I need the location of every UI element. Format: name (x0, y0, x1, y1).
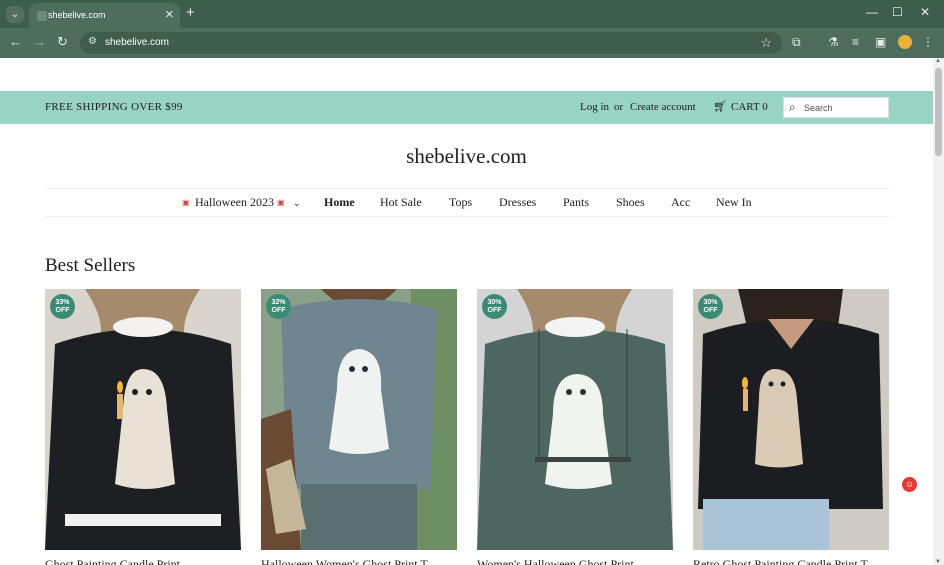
discount-off: OFF (487, 307, 502, 314)
nav-item-tops[interactable]: Tops (449, 195, 472, 210)
product-card[interactable]: 30% OFF Retro Ghost Painting Candle Prin… (693, 289, 889, 565)
labs-flask-icon[interactable]: ⚗ (828, 35, 839, 49)
tab-search-button[interactable]: ⌄ (6, 6, 24, 23)
nav-item-label: Halloween 2023 (195, 195, 274, 209)
discount-percent: 32% (271, 299, 286, 306)
search-icon[interactable]: ⌕ (789, 100, 796, 115)
announcement-bar: FREE SHIPPING OVER $99 Log in or Create … (0, 91, 933, 124)
profile-avatar[interactable] (898, 35, 912, 49)
reading-list-icon[interactable]: ≡ (852, 35, 859, 49)
sale-badge: 32% OFF (266, 294, 291, 319)
address-bar[interactable]: ⚙ shebelive.com ☆ (80, 32, 782, 54)
discount-percent: 30% (487, 299, 502, 306)
or-text: or (614, 101, 624, 113)
chevron-down-icon: ⌄ (292, 198, 301, 208)
discount-percent: 30% (703, 299, 718, 306)
page-scrollbar[interactable]: ▲ ▼ (933, 58, 944, 565)
menu-kebab-icon[interactable]: ⋮ (922, 35, 934, 49)
nav-item-shoes[interactable]: Shoes (616, 195, 645, 210)
product-card[interactable]: 32% OFF Halloween Women's Ghost Print T (261, 289, 457, 565)
nav-item-dresses[interactable]: Dresses (499, 195, 536, 210)
side-panel-icon[interactable]: ▣ (875, 35, 886, 49)
best-sellers-heading: Best Sellers (45, 255, 136, 276)
create-account-link[interactable]: Create account (630, 101, 696, 113)
scroll-down-icon[interactable]: ▼ (935, 559, 941, 565)
maximize-button[interactable]: ☐ (892, 5, 903, 19)
nav-item-acc[interactable]: Acc (671, 195, 690, 210)
nav-item-halloween-2023[interactable]: ▣ Halloween 2023 ▣ ⌄ (182, 195, 301, 210)
sale-badge: 30% OFF (698, 294, 723, 319)
nav-divider-bottom (45, 216, 889, 217)
product-image[interactable] (45, 289, 241, 550)
close-window-button[interactable]: ✕ (920, 5, 930, 19)
product-image[interactable] (477, 289, 673, 550)
reload-icon[interactable]: ↻ (57, 34, 68, 50)
nav-item-pants[interactable]: Pants (563, 195, 589, 210)
url-text[interactable]: shebelive.com (105, 37, 169, 48)
page-viewport: FREE SHIPPING OVER $99 Log in or Create … (0, 58, 933, 565)
discount-off: OFF (703, 307, 718, 314)
forward-icon[interactable]: → (33, 34, 46, 49)
cart-link[interactable]: CART 0 (731, 101, 768, 113)
scroll-thumb[interactable] (935, 68, 942, 156)
discount-off: OFF (271, 307, 286, 314)
store-logo[interactable]: shebelive.com (0, 144, 933, 169)
ghost-icon: ▣ (276, 198, 285, 207)
product-title[interactable]: Ghost Painting Candle Print (45, 557, 241, 565)
product-image[interactable] (261, 289, 457, 550)
product-card[interactable]: 33% OFF Ghost Painting Candle Print (45, 289, 241, 565)
discount-off: OFF (55, 307, 70, 314)
sale-badge: 30% OFF (482, 294, 507, 319)
login-link[interactable]: Log in (580, 101, 609, 113)
bookmark-star-icon[interactable]: ☆ (760, 35, 772, 51)
product-image[interactable] (693, 289, 889, 550)
nav-item-hot-sale[interactable]: Hot Sale (380, 195, 422, 210)
chat-widget-button[interactable]: ☺ (902, 477, 917, 492)
browser-tab[interactable]: shebelive.com ✕ (29, 3, 180, 28)
tab-title: shebelive.com (48, 10, 106, 20)
nav-item-home[interactable]: Home (324, 195, 355, 210)
search-box[interactable]: ⌕ (783, 97, 889, 118)
product-title[interactable]: Women's Halloween Ghost Print (477, 557, 673, 565)
sale-badge: 33% OFF (50, 294, 75, 319)
favicon-icon (37, 11, 47, 21)
back-icon[interactable]: ← (9, 34, 22, 49)
cart-icon[interactable]: 🛒︎ (713, 100, 727, 113)
tab-close-icon[interactable]: ✕ (165, 8, 174, 21)
scroll-up-icon[interactable]: ▲ (935, 58, 941, 64)
browser-tab-strip: ⌄ shebelive.com ✕ + — ☐ ✕ (0, 0, 944, 28)
site-info-icon[interactable]: ⚙ (88, 36, 97, 47)
browser-toolbar: ← → ↻ ⚙ shebelive.com ☆ ⧉ ⚗ ≡ ▣ ⋮ (0, 28, 944, 58)
nav-divider-top (45, 188, 889, 189)
extensions-icon[interactable]: ⧉ (792, 35, 801, 50)
product-title[interactable]: Halloween Women's Ghost Print T (261, 557, 457, 565)
nav-item-new-in[interactable]: New In (716, 195, 752, 210)
ghost-icon: ▣ (182, 198, 190, 207)
new-tab-button[interactable]: + (186, 4, 195, 21)
product-card[interactable]: 30% OFF Women's Halloween Ghost Print (477, 289, 673, 565)
discount-percent: 33% (55, 299, 70, 306)
free-shipping-text: FREE SHIPPING OVER $99 (45, 101, 183, 113)
product-title[interactable]: Retro Ghost Painting Candle Print T (693, 557, 889, 565)
minimize-button[interactable]: — (866, 5, 878, 19)
search-input[interactable] (804, 101, 884, 115)
